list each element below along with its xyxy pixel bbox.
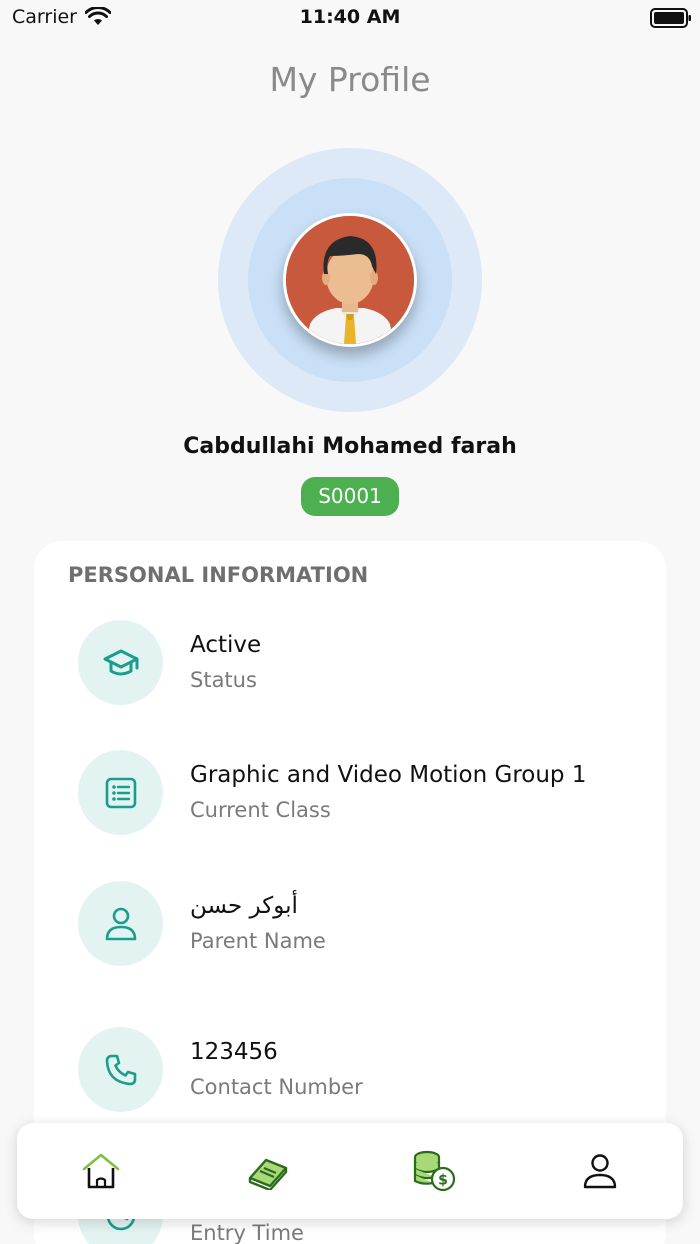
icon-circle xyxy=(78,620,163,705)
avatar-illustration xyxy=(286,216,414,344)
list-icon xyxy=(105,777,136,808)
page-title: My Profile xyxy=(269,60,431,99)
nav-item-home[interactable] xyxy=(77,1147,125,1195)
battery-icon xyxy=(650,8,691,28)
clock-time: 11:40 AM xyxy=(299,6,401,28)
coins-icon: $ xyxy=(413,1150,456,1192)
nav-item-courses[interactable] xyxy=(244,1147,292,1195)
contact-number-value: 123456 xyxy=(190,1039,278,1065)
entry-time-label: Entry Time xyxy=(190,1221,304,1244)
info-row-contact-number: 123456 Contact Number xyxy=(78,1027,638,1113)
icon-circle[interactable] xyxy=(78,1027,163,1112)
graduation-cap-icon xyxy=(103,649,138,675)
nav-item-fees[interactable]: $ xyxy=(410,1147,458,1195)
status-bar: Carrier 11:40 AM xyxy=(0,0,700,36)
student-id-badge: S0001 xyxy=(301,477,399,516)
parent-name-value: أبوكر حسن xyxy=(190,893,298,919)
status-value: Active xyxy=(190,632,262,658)
icon-circle xyxy=(78,881,163,966)
section-title: PERSONAL INFORMATION xyxy=(68,563,369,587)
icon-circle xyxy=(78,750,163,835)
current-class-value: Graphic and Video Motion Group 1 xyxy=(190,762,587,788)
contact-number-label: Contact Number xyxy=(190,1075,363,1099)
person-icon xyxy=(105,907,136,940)
info-row-status: Active Status xyxy=(78,620,638,706)
nav-item-profile[interactable] xyxy=(576,1147,624,1195)
info-row-current-class: Graphic and Video Motion Group 1 Current… xyxy=(78,750,638,836)
profile-icon xyxy=(583,1154,617,1189)
phone-icon xyxy=(105,1054,136,1085)
info-row-parent-name: أبوكر حسن Parent Name xyxy=(78,881,638,967)
bottom-nav: $ xyxy=(17,1123,683,1219)
svg-text:$: $ xyxy=(438,1173,448,1189)
home-icon xyxy=(82,1153,120,1189)
avatar[interactable] xyxy=(283,213,417,347)
student-name: Cabdullahi Mohamed farah xyxy=(183,434,517,459)
current-class-label: Current Class xyxy=(190,798,331,822)
parent-name-label: Parent Name xyxy=(190,929,326,953)
status-label: Status xyxy=(190,668,257,692)
book-icon xyxy=(248,1158,288,1190)
